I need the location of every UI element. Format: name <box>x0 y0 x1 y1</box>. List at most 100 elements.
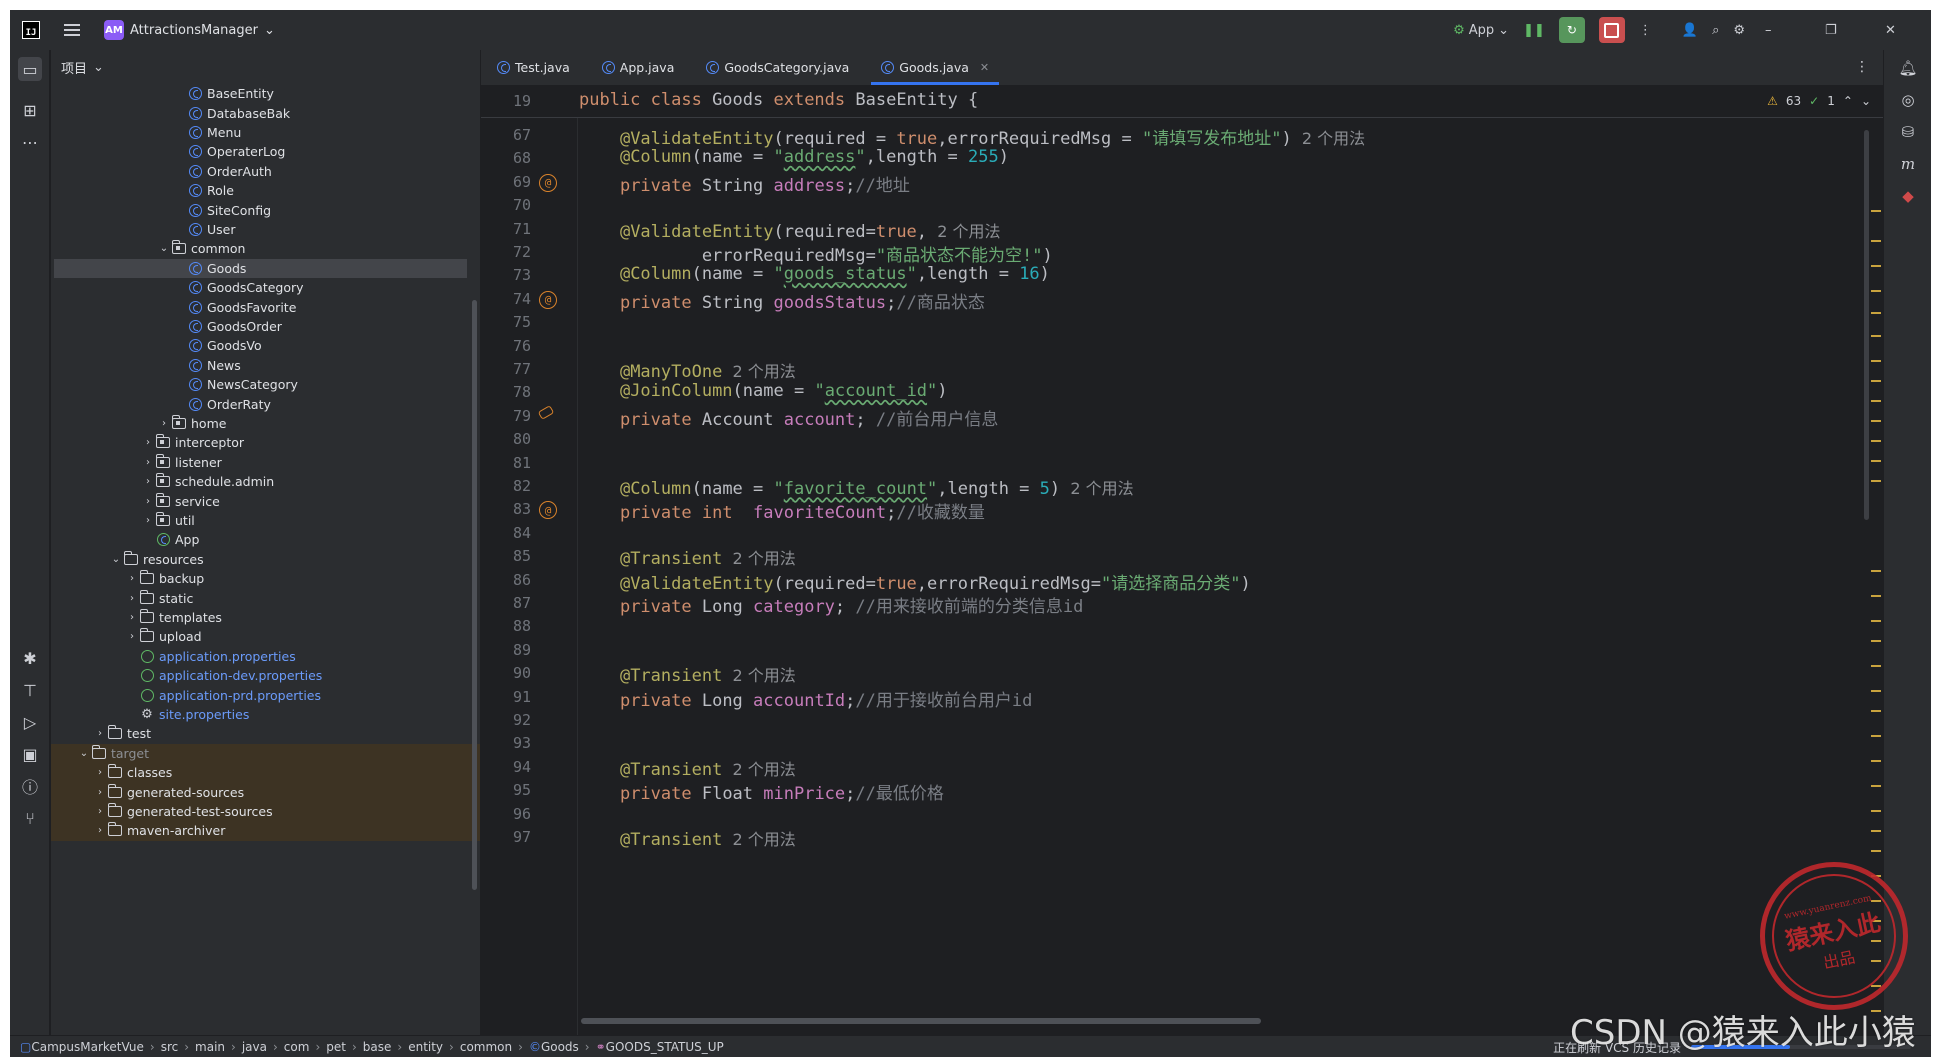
tab-goods[interactable]: Goods.java ✕ <box>865 50 1005 85</box>
code-line[interactable]: @Column(name = "goods_status",length = 1… <box>579 264 1050 284</box>
tree-item[interactable]: › classes <box>51 763 480 783</box>
chevron-right-icon[interactable]: › <box>125 593 139 604</box>
code-line[interactable]: @Transient 2 个用法 <box>579 826 796 850</box>
restore-button[interactable]: ❐ <box>1825 23 1871 38</box>
pause-icon[interactable]: ❚❚ <box>1523 23 1545 38</box>
tab-actions-icon[interactable]: ⋮ <box>1855 59 1869 75</box>
breadcrumb-item[interactable]: src <box>161 1040 179 1054</box>
tree-item[interactable]: application-prd.properties <box>51 685 480 704</box>
tree-item[interactable]: Role <box>51 181 480 200</box>
git-branch-icon[interactable]: ⑂ <box>18 806 42 830</box>
chevron-down-icon[interactable]: ⌄ <box>157 243 171 254</box>
warning-stripe-mark[interactable] <box>1871 690 1881 692</box>
tree-item[interactable]: News <box>51 356 480 375</box>
tree-item[interactable]: ⌄ common <box>51 239 480 258</box>
tree-item[interactable]: › util <box>51 511 480 530</box>
code-line[interactable]: @Column(name = "address",length = 255) <box>579 147 1009 167</box>
warning-stripe-mark[interactable] <box>1871 810 1881 812</box>
stop-button[interactable] <box>1598 17 1625 43</box>
chevron-up-icon[interactable]: ⌃ <box>1843 94 1853 108</box>
chevron-right-icon[interactable]: › <box>157 418 171 429</box>
warning-stripe-mark[interactable] <box>1871 735 1881 737</box>
code-line[interactable]: @Transient 2 个用法 <box>579 662 796 686</box>
code-line[interactable]: @ValidateEntity(required = true,errorReq… <box>579 124 1365 149</box>
chevron-right-icon[interactable]: › <box>125 612 139 623</box>
warning-stripe-mark[interactable] <box>1871 830 1881 832</box>
tree-item[interactable]: › schedule.admin <box>51 472 480 491</box>
warning-stripe-mark[interactable] <box>1871 360 1881 362</box>
warning-stripe-mark[interactable] <box>1871 210 1881 212</box>
more-actions-icon[interactable]: ⋮ <box>1639 23 1652 38</box>
warning-stripe-mark[interactable] <box>1871 710 1881 712</box>
inspection-widget[interactable]: ⚠ 63 ✓ 1 ⌃ ⌄ <box>1767 94 1871 108</box>
project-tool-folder-icon[interactable]: ▭ <box>18 57 42 81</box>
tree-item[interactable]: › static <box>51 588 480 607</box>
field-annotation-icon[interactable]: @ <box>539 501 557 520</box>
chevron-right-icon[interactable]: › <box>93 806 107 817</box>
field-annotation-icon[interactable]: @ <box>539 290 557 309</box>
ai-assistant-icon[interactable]: ◎ <box>1896 88 1920 112</box>
code-line[interactable]: private String goodsStatus;//商品状态 <box>579 288 985 313</box>
tree-item[interactable]: DatabaseBak <box>51 103 480 122</box>
breadcrumb-item[interactable]: entity <box>408 1040 443 1054</box>
project-switcher[interactable]: AM AttractionsManager ⌄ <box>104 20 275 40</box>
chevron-down-icon[interactable]: ⌄ <box>109 554 123 565</box>
tab-goodscategory[interactable]: GoodsCategory.java <box>690 50 865 85</box>
tree-item[interactable]: › interceptor <box>51 433 480 452</box>
code-line[interactable]: @Transient 2 个用法 <box>579 756 796 780</box>
services-run-icon[interactable]: ▷ <box>18 710 42 734</box>
database-icon[interactable]: ⛁ <box>1896 120 1920 144</box>
notifications-bell-icon[interactable]: 🔔︎ <box>1896 56 1920 80</box>
code-line[interactable]: private Long accountId;//用于接收前台用户id <box>579 686 1032 711</box>
tree-item[interactable]: › service <box>51 491 480 510</box>
tree-item[interactable]: App <box>51 530 480 549</box>
terminal-icon[interactable]: ▣ <box>18 742 42 766</box>
code-line[interactable]: @ManyToOne 2 个用法 <box>579 358 796 382</box>
tree-item[interactable]: OperaterLog <box>51 142 480 161</box>
tree-item[interactable]: SiteConfig <box>51 200 480 219</box>
tree-item[interactable]: ⚙ site.properties <box>51 705 480 724</box>
code-line[interactable]: errorRequiredMsg="商品状态不能为空!") <box>579 241 1053 266</box>
code-line[interactable]: private int favoriteCount;//收藏数量 <box>579 498 985 523</box>
warning-stripe-mark[interactable] <box>1871 240 1881 242</box>
build-hammer-icon[interactable]: ⊤ <box>18 678 42 702</box>
tree-item[interactable]: › listener <box>51 453 480 472</box>
sticky-code-line[interactable]: public class Goods extends BaseEntity { <box>579 90 978 110</box>
breadcrumb-item[interactable]: common <box>460 1040 512 1054</box>
chevron-right-icon[interactable]: › <box>141 496 155 507</box>
main-menu-icon[interactable] <box>64 24 80 36</box>
warning-stripe-mark[interactable] <box>1871 785 1881 787</box>
close-icon[interactable]: ✕ <box>980 61 989 74</box>
project-scrollbar[interactable] <box>472 300 477 890</box>
tree-item[interactable]: BaseEntity <box>51 84 480 103</box>
code-area[interactable]: 67 @ValidateEntity(required = true,error… <box>481 118 1883 1035</box>
warning-stripe-mark[interactable] <box>1871 440 1881 442</box>
tree-item[interactable]: › maven-archiver <box>51 821 480 841</box>
warning-stripe-mark[interactable] <box>1871 620 1881 622</box>
chevron-right-icon[interactable]: › <box>93 728 107 739</box>
warning-stripe-mark[interactable] <box>1871 760 1881 762</box>
breadcrumb-item[interactable]: java <box>242 1040 267 1054</box>
tree-item[interactable]: GoodsFavorite <box>51 297 480 316</box>
minimize-button[interactable]: – <box>1765 23 1811 38</box>
breadcrumb-item[interactable]: CampusMarketVue <box>31 1040 144 1054</box>
tree-item[interactable]: User <box>51 220 480 239</box>
editor-vertical-scrollbar[interactable] <box>1864 130 1869 520</box>
tree-item[interactable]: › home <box>51 414 480 433</box>
warning-stripe-mark[interactable] <box>1871 665 1881 667</box>
code-line[interactable]: @Column(name = "favorite_count",length =… <box>579 475 1134 499</box>
tree-item[interactable]: application-dev.properties <box>51 666 480 685</box>
tree-item[interactable]: OrderAuth <box>51 162 480 181</box>
problems-icon[interactable]: ⓘ <box>18 774 42 798</box>
tree-item[interactable]: NewsCategory <box>51 375 480 394</box>
chevron-down-icon[interactable]: ⌄ <box>1861 94 1871 108</box>
tree-item[interactable]: › upload <box>51 627 480 646</box>
more-tools-icon[interactable]: ⋯ <box>18 130 42 154</box>
code-line[interactable]: @JoinColumn(name = "account_id") <box>579 381 948 401</box>
breadcrumb-item[interactable]: com <box>284 1040 310 1054</box>
code-line[interactable]: private String address;//地址 <box>579 171 910 196</box>
warning-stripe-mark[interactable] <box>1871 850 1881 852</box>
settings-gear-icon[interactable]: ⚙ <box>1733 23 1745 38</box>
code-line[interactable]: @ValidateEntity(required=true, 2 个用法 <box>579 218 1001 242</box>
tree-item[interactable]: GoodsOrder <box>51 317 480 336</box>
